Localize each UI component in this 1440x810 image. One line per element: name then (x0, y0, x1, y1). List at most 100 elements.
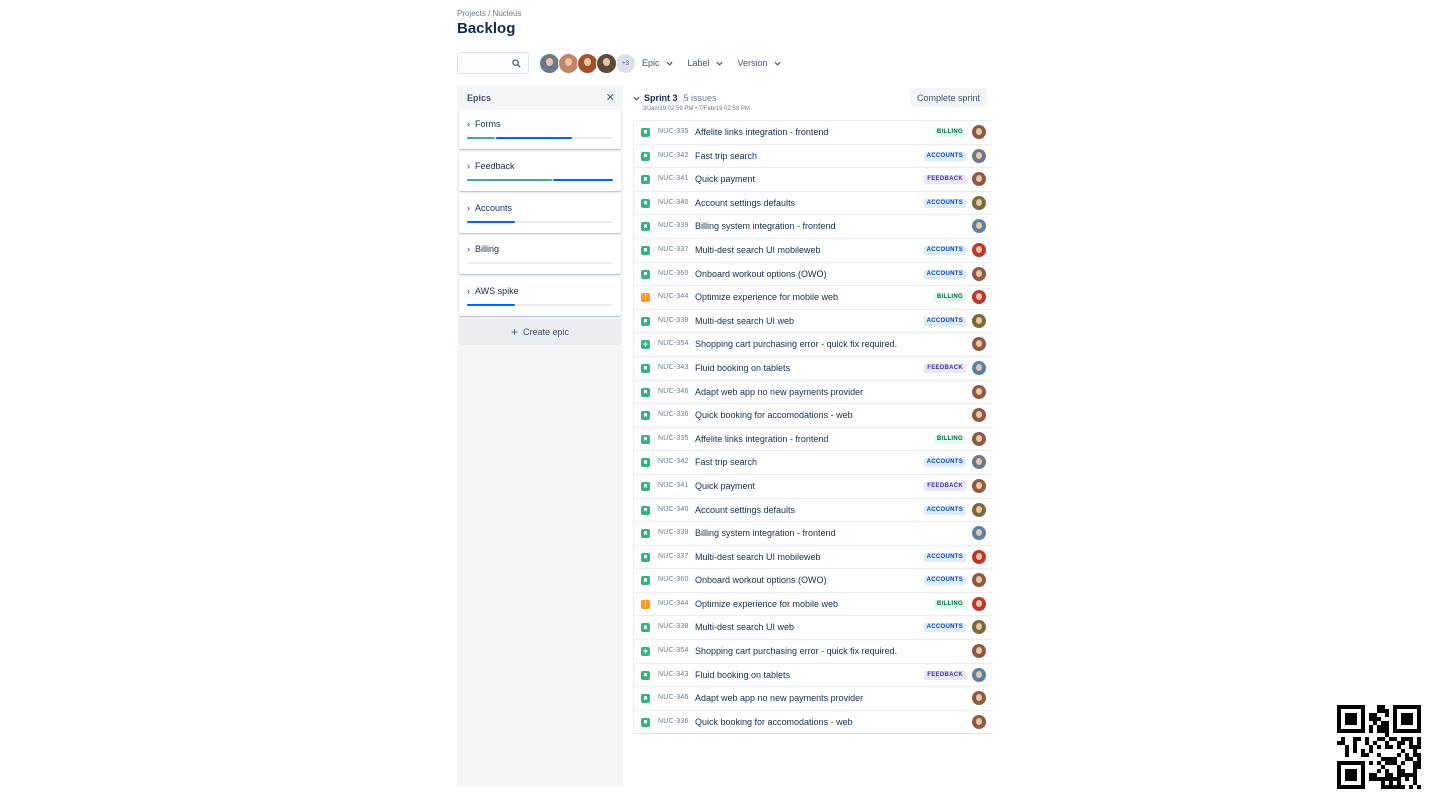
issue-key[interactable]: NUC-340 (658, 199, 689, 206)
issue-key[interactable]: NUC-342 (658, 458, 689, 465)
issue-summary[interactable]: Fast trip search (695, 151, 757, 161)
chevron-down-icon[interactable] (633, 95, 640, 102)
epic-card-accounts[interactable]: › Accounts (459, 193, 621, 233)
epic-card-forms[interactable]: › Forms (459, 110, 621, 149)
assignee-avatar[interactable] (972, 219, 986, 234)
issue-key[interactable]: NUC-335 (658, 435, 689, 442)
issue-summary[interactable]: Adapt web app no new payments provider (695, 693, 863, 703)
issue-row[interactable]: NUC-337 Multi-dest search UI mobileweb ACC… (633, 544, 992, 569)
issue-row[interactable]: NUC-335 Affelite links integration - fron… (633, 120, 992, 144)
issue-row[interactable]: NUC-339 Billing system integration - fron… (633, 521, 992, 545)
avatar[interactable] (577, 53, 598, 74)
issue-row[interactable]: NUC-337 Multi-dest search UI mobileweb ACC… (633, 237, 992, 262)
issue-key[interactable]: NUC-343 (658, 671, 689, 678)
issue-summary[interactable]: Fluid booking on tablets (695, 363, 790, 373)
issue-key[interactable]: NUC-344 (658, 600, 689, 607)
sprint-title[interactable]: Sprint 3 5 issues (633, 93, 717, 103)
issue-summary[interactable]: Quick booking for accomodations - web (695, 717, 853, 727)
issue-row[interactable]: NUC-335 Affelite links integration - fron… (633, 426, 992, 451)
create-epic-button[interactable]: + Create epic (459, 319, 621, 345)
issue-row[interactable]: NUC-360 Onboard workout options (OWO) ACCO… (633, 568, 992, 592)
assignee-avatar[interactable] (972, 526, 986, 541)
issue-key[interactable]: NUC-342 (658, 152, 689, 159)
assignee-avatar[interactable] (972, 691, 986, 706)
epic-card-feedback[interactable]: › Feedback (459, 151, 621, 191)
assignee-avatar[interactable] (972, 195, 986, 210)
assignee-avatar[interactable] (972, 313, 986, 328)
issue-key[interactable]: NUC-338 (658, 317, 689, 324)
issue-summary[interactable]: Onboard workout options (OWO) (695, 269, 827, 279)
assignee-avatar[interactable] (972, 431, 986, 446)
issue-summary[interactable]: Onboard workout options (OWO) (695, 575, 827, 585)
issue-summary[interactable]: Multi-dest search UI web (695, 316, 794, 326)
chevron-right-icon[interactable]: › (467, 161, 470, 171)
assignee-avatar[interactable] (972, 549, 986, 564)
assignee-avatar[interactable] (972, 455, 986, 470)
chevron-right-icon[interactable]: › (467, 286, 470, 296)
issue-row[interactable]: + NUC-354 Shopping cart purchasing error -… (633, 332, 992, 356)
assignee-avatar[interactable] (972, 384, 986, 399)
issue-row[interactable]: NUC-342 Fast trip search ACCOUNTS (633, 143, 992, 168)
issue-key[interactable]: NUC-346 (658, 388, 689, 395)
issue-summary[interactable]: Quick payment (695, 481, 755, 491)
filter-version[interactable]: Version (738, 58, 781, 68)
issue-key[interactable]: NUC-346 (658, 694, 689, 701)
issue-summary[interactable]: Adapt web app no new payments provider (695, 387, 863, 397)
chevron-right-icon[interactable]: › (467, 119, 470, 129)
assignee-avatar[interactable] (972, 408, 986, 423)
issue-key[interactable]: NUC-341 (658, 175, 689, 182)
assignee-avatar[interactable] (972, 337, 986, 352)
assignee-avatar[interactable] (972, 714, 986, 729)
issue-summary[interactable]: Affelite links integration - frontend (695, 434, 828, 444)
issue-summary[interactable]: Shopping cart purchasing error - quick f… (695, 339, 897, 349)
issue-summary[interactable]: Account settings defaults (695, 505, 795, 515)
issue-row[interactable]: NUC-336 Quick booking for accomodations -… (633, 403, 992, 427)
issue-key[interactable]: NUC-336 (658, 718, 689, 725)
issue-key[interactable]: NUC-337 (658, 246, 689, 253)
epic-card-aws-spike[interactable]: › AWS spike (459, 277, 621, 317)
assignee-avatar[interactable] (972, 502, 986, 517)
issue-summary[interactable]: Multi-dest search UI mobileweb (695, 245, 821, 255)
issue-row[interactable]: NUC-339 Billing system integration - fron… (633, 214, 992, 238)
issue-summary[interactable]: Fast trip search (695, 457, 757, 467)
issue-key[interactable]: NUC-341 (658, 482, 689, 489)
issue-key[interactable]: NUC-354 (658, 340, 689, 347)
issue-key[interactable]: NUC-360 (658, 576, 689, 583)
issue-summary[interactable]: Billing system integration - frontend (695, 528, 836, 538)
assignee-avatar[interactable] (972, 125, 986, 139)
close-icon[interactable]: ✕ (606, 91, 615, 104)
issue-key[interactable]: NUC-360 (658, 270, 689, 277)
issue-row[interactable]: NUC-338 Multi-dest search UI web ACCOUNTS (633, 615, 992, 640)
complete-sprint-button[interactable]: Complete sprint (909, 88, 987, 107)
assignee-avatar[interactable] (972, 290, 986, 305)
issue-key[interactable]: NUC-338 (658, 623, 689, 630)
avatar-more-count[interactable]: +3 (615, 53, 636, 74)
issue-summary[interactable]: Optimize experience for mobile web (695, 292, 838, 302)
issue-key[interactable]: NUC-340 (658, 506, 689, 513)
assignee-avatar[interactable] (972, 573, 986, 588)
issue-key[interactable]: NUC-344 (658, 293, 689, 300)
issue-summary[interactable]: Shopping cart purchasing error - quick f… (695, 646, 897, 656)
issue-key[interactable]: NUC-339 (658, 222, 689, 229)
assignee-avatar[interactable] (972, 596, 986, 611)
avatar[interactable] (539, 53, 560, 74)
issue-summary[interactable]: Multi-dest search UI web (695, 622, 794, 632)
avatar[interactable] (558, 53, 579, 74)
issue-row[interactable]: NUC-340 Account settings defaults ACCOUNTS (633, 497, 992, 522)
issue-row[interactable]: NUC-340 Account settings defaults ACCOUNTS (633, 190, 992, 215)
epic-card-billing[interactable]: › Billing (459, 235, 621, 275)
issue-row[interactable]: NUC-341 Quick payment FEEDBACK (633, 167, 992, 191)
issue-key[interactable]: NUC-336 (658, 411, 689, 418)
issue-row[interactable]: NUC-336 Quick booking for accomodations -… (633, 709, 992, 734)
assignee-avatar[interactable] (972, 172, 986, 187)
issue-row[interactable]: NUC-360 Onboard workout options (OWO) ACCO… (633, 261, 992, 286)
issue-row[interactable]: NUC-343 Fluid booking on tablets FEEDBACK (633, 355, 992, 380)
avatar-group[interactable]: +3 (539, 53, 636, 74)
search-input[interactable] (457, 52, 529, 74)
issue-key[interactable]: NUC-337 (658, 553, 689, 560)
issue-summary[interactable]: Fluid booking on tablets (695, 670, 790, 680)
issue-summary[interactable]: Quick booking for accomodations - web (695, 410, 853, 420)
issue-summary[interactable]: Account settings defaults (695, 198, 795, 208)
assignee-avatar[interactable] (972, 148, 986, 163)
chevron-right-icon[interactable]: › (467, 203, 470, 213)
